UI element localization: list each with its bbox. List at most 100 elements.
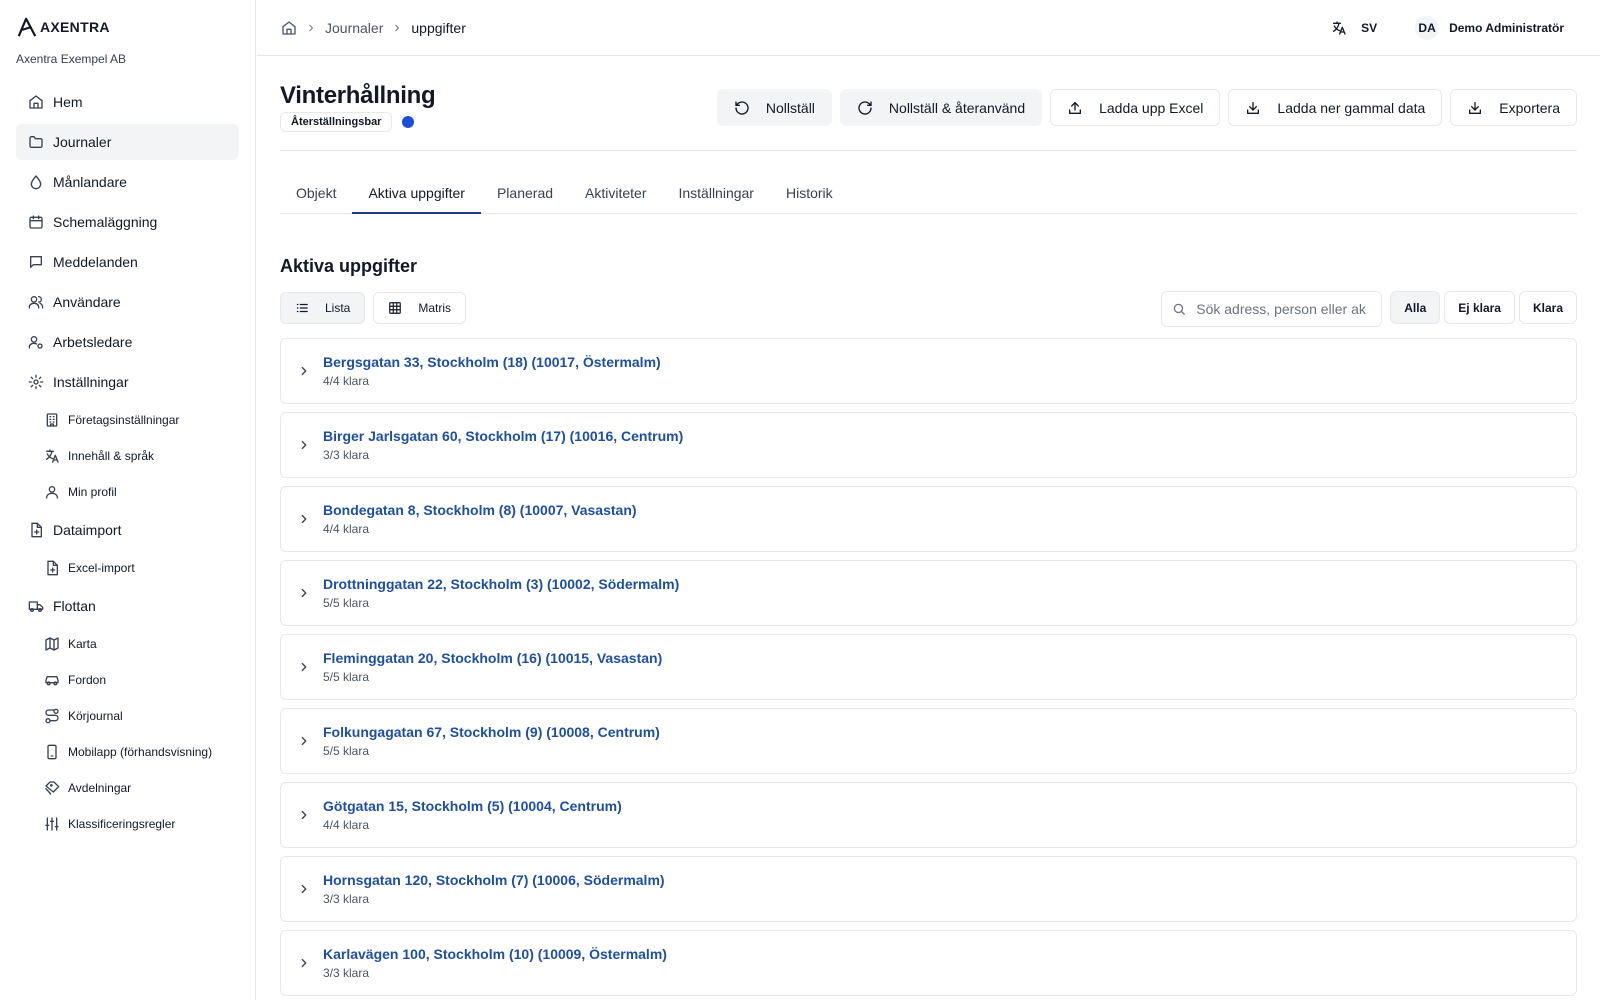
- sidebar-item-label: Flottan: [53, 598, 96, 614]
- action-bar: Nollställ Nollställ & återanvänd Ladda upp…: [716, 89, 1577, 126]
- sidebar-item-excel-import[interactable]: Excel-import: [16, 552, 239, 584]
- logo-text: AXENTRA: [40, 19, 110, 35]
- gear-icon: [28, 374, 44, 390]
- sidebar-item-klassificeringsregler[interactable]: Klassificeringsregler: [16, 808, 239, 840]
- status-dot: [402, 116, 415, 128]
- avatar: DA: [1415, 16, 1440, 40]
- exportera-button[interactable]: Exportera: [1450, 89, 1577, 126]
- list-item[interactable]: Bergsgatan 33, Stockholm (18) (10017, Ös…: [280, 338, 1577, 404]
- button-label: Ladda upp Excel: [1099, 99, 1204, 116]
- task-list: Bergsgatan 33, Stockholm (18) (10017, Ös…: [280, 338, 1577, 1004]
- view-lista-button[interactable]: Lista: [280, 292, 366, 324]
- sidebar-item-journaler[interactable]: Journaler: [16, 124, 239, 160]
- list-item-status: 3/3 klara: [323, 892, 370, 906]
- list-item-title[interactable]: Karlavägen 100, Stockholm (10) (10009, Ö…: [323, 946, 667, 962]
- list-item[interactable]: Karlavägen 100, Stockholm (10) (10009, Ö…: [280, 930, 1577, 996]
- search-icon: [1173, 303, 1186, 315]
- list-item-title[interactable]: Bergsgatan 33, Stockholm (18) (10017, Ös…: [323, 354, 661, 370]
- drop-icon: [30, 175, 42, 190]
- sidebar-item-arbetsledare[interactable]: Arbetsledare: [16, 324, 239, 360]
- sidebar-item-fordon[interactable]: Fordon: [16, 664, 239, 696]
- tab-objekt[interactable]: Objekt: [280, 172, 352, 214]
- list-item-title[interactable]: Bondegatan 8, Stockholm (8) (10007, Vasa…: [323, 502, 637, 518]
- filter-klara-button[interactable]: Klara: [1518, 291, 1577, 324]
- list-item[interactable]: Götgatan 15, Stockholm (5) (10004, Centr…: [280, 782, 1577, 848]
- list-item-text: Drottninggatan 22, Stockholm (3) (10002,…: [323, 576, 679, 610]
- sidebar-item-korjournal[interactable]: Körjournal: [16, 700, 239, 732]
- breadcrumb: Journaler uppgifter: [281, 20, 466, 36]
- sidebar-item-flottan[interactable]: Flottan: [16, 588, 239, 624]
- list-item-title[interactable]: Birger Jarlsgatan 60, Stockholm (17) (10…: [323, 428, 683, 444]
- tab-aktiva-uppgifter[interactable]: Aktiva uppgifter: [352, 172, 481, 214]
- axentra-logo-icon: [17, 17, 37, 37]
- tab-historik[interactable]: Historik: [770, 172, 849, 214]
- list-item-title[interactable]: Götgatan 15, Stockholm (5) (10004, Centr…: [323, 798, 622, 814]
- chevron-right-icon: [301, 366, 307, 376]
- calendar-icon: [29, 215, 43, 229]
- sidebar-item-manlandare[interactable]: Månlandare: [16, 164, 239, 200]
- button-label: Nollställ: [765, 99, 815, 116]
- list-item[interactable]: Birger Jarlsgatan 60, Stockholm (17) (10…: [280, 412, 1577, 478]
- list-item-text: Folkungagatan 67, Stockholm (9) (10008, …: [323, 724, 660, 758]
- sidebar-item-avdelningar[interactable]: Avdelningar: [16, 772, 239, 804]
- language-switcher[interactable]: SV: [1331, 20, 1377, 36]
- sidebar-item-mobilapp-forhandsvisning[interactable]: Mobilapp (förhandsvisning): [16, 736, 239, 768]
- sidebar-item-hem[interactable]: Hem: [16, 84, 239, 120]
- list-item[interactable]: Hornsgatan 120, Stockholm (7) (10006, Sö…: [280, 856, 1577, 922]
- filter-ej-klara-button[interactable]: Ej klara: [1444, 291, 1515, 324]
- list-item-title[interactable]: Hornsgatan 120, Stockholm (7) (10006, Sö…: [323, 872, 665, 888]
- logo[interactable]: AXENTRA: [16, 16, 110, 38]
- sidebar-item-meddelanden[interactable]: Meddelanden: [16, 244, 239, 280]
- view-matris-button[interactable]: Matris: [373, 292, 467, 324]
- list-item-status: 5/5 klara: [323, 596, 370, 610]
- user-menu[interactable]: DA Demo Administratör: [1415, 16, 1564, 40]
- sidebar-item-anvandare[interactable]: Användare: [16, 284, 239, 320]
- user-name: Demo Administratör: [1449, 21, 1564, 35]
- list-item-text: Birger Jarlsgatan 60, Stockholm (17) (10…: [323, 428, 683, 462]
- list-item[interactable]: Bondegatan 8, Stockholm (8) (10007, Vasa…: [280, 486, 1577, 552]
- sidebar-item-karta[interactable]: Karta: [16, 628, 239, 660]
- ladda-upp-excel-button[interactable]: Ladda upp Excel: [1050, 89, 1221, 126]
- button-label: Exportera: [1499, 99, 1560, 116]
- list-item-title[interactable]: Folkungagatan 67, Stockholm (9) (10008, …: [323, 724, 660, 740]
- grid-icon: [389, 302, 402, 314]
- list-item-status: 4/4 klara: [323, 374, 370, 388]
- filter-alla-button[interactable]: Alla: [1390, 291, 1441, 324]
- tags-icon: [45, 781, 60, 795]
- sidebar-item-label: Min profil: [68, 485, 117, 499]
- sidebar-item-label: Hem: [53, 94, 83, 110]
- sidebar-item-dataimport[interactable]: Dataimport: [16, 512, 239, 548]
- search-box[interactable]: [1161, 291, 1383, 327]
- translate-icon: [46, 449, 59, 463]
- chevron-right-icon: [301, 810, 307, 820]
- tab-aktiviteter[interactable]: Aktiviteter: [569, 172, 662, 214]
- list-item-title[interactable]: Drottninggatan 22, Stockholm (3) (10002,…: [323, 576, 679, 592]
- folder-icon: [29, 136, 43, 148]
- list-item[interactable]: Fleminggatan 20, Stockholm (16) (10015, …: [280, 634, 1577, 700]
- list-item[interactable]: Folkungagatan 67, Stockholm (9) (10008, …: [280, 708, 1577, 774]
- sidebar-item-innehall-sprak[interactable]: Innehåll & språk: [16, 440, 239, 472]
- download-icon: [1469, 101, 1482, 114]
- nollstall-ateranvand-button[interactable]: Nollställ & återanvänd: [839, 89, 1043, 126]
- list-item[interactable]: Drottninggatan 22, Stockholm (3) (10002,…: [280, 560, 1577, 626]
- sliders-icon: [45, 817, 59, 831]
- sidebar-item-foretagsinstallningar[interactable]: Företagsinställningar: [16, 404, 239, 436]
- sidebar-item-min-profil[interactable]: Min profil: [16, 476, 239, 508]
- download-icon: [1247, 101, 1260, 114]
- list-item-title[interactable]: Fleminggatan 20, Stockholm (16) (10015, …: [323, 650, 662, 666]
- breadcrumb-journaler[interactable]: Journaler: [325, 20, 383, 36]
- search-input[interactable]: [1196, 301, 1377, 317]
- list-item-status: 5/5 klara: [323, 744, 370, 758]
- sidebar-item-schemalaggning[interactable]: Schemaläggning: [16, 204, 239, 240]
- ladda-ner-gammal-data-button[interactable]: Ladda ner gammal data: [1228, 89, 1443, 126]
- tab-installningar[interactable]: Inställningar: [662, 172, 770, 214]
- sidebar-item-label: Månlandare: [53, 174, 127, 190]
- home-icon[interactable]: [281, 20, 297, 36]
- nollstall-button[interactable]: Nollställ: [716, 89, 832, 126]
- list-item-text: Bondegatan 8, Stockholm (8) (10007, Vasa…: [323, 502, 637, 536]
- sidebar-item-installningar[interactable]: Inställningar: [16, 364, 239, 400]
- chevron-right-icon: [301, 736, 307, 746]
- sidebar-item-label: Meddelanden: [53, 254, 138, 270]
- sidebar-item-label: Arbetsledare: [53, 334, 133, 350]
- tab-planerad[interactable]: Planerad: [481, 172, 569, 214]
